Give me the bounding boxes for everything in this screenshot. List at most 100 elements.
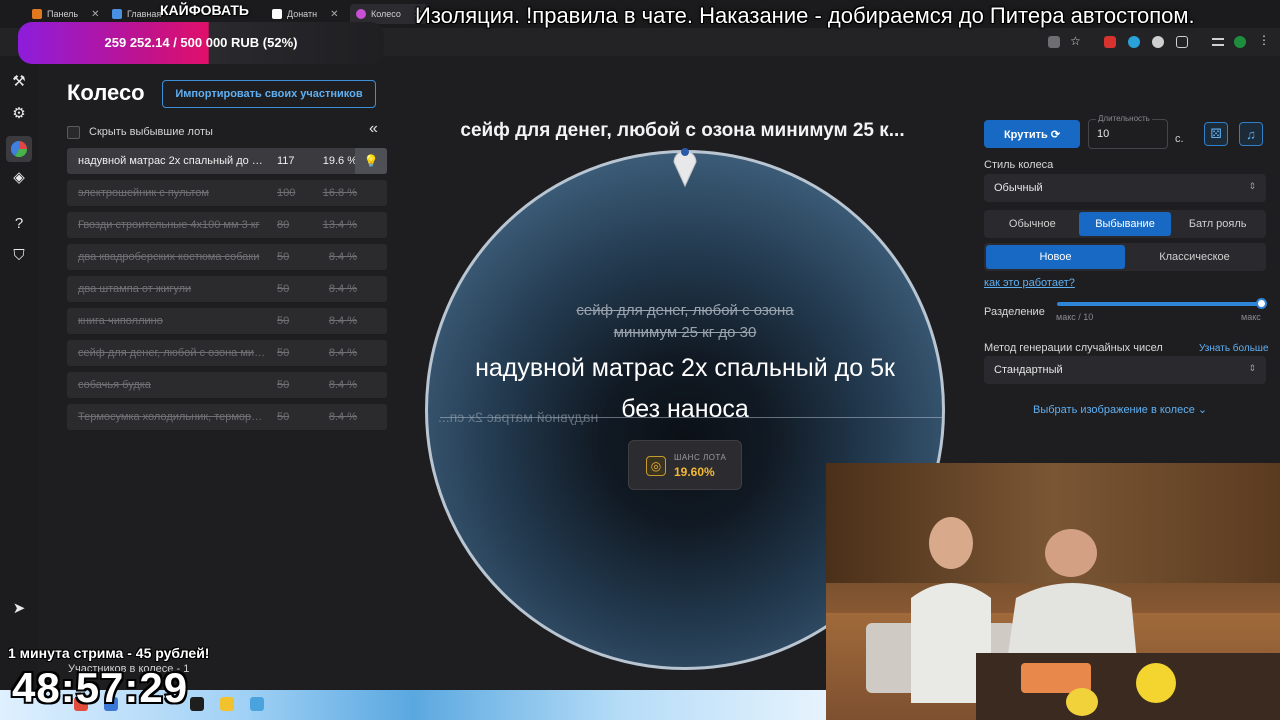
browser-tab-3[interactable]: Донатн ✕ xyxy=(272,4,338,24)
close-tab-icon[interactable]: ✕ xyxy=(91,9,99,20)
rng-method-label: Метод генерации случайных чисел xyxy=(984,342,1163,354)
choose-wheel-image-link[interactable]: Выбрать изображение в колесе ⌄ xyxy=(1033,403,1207,416)
mode-option[interactable]: Обычное xyxy=(986,212,1079,236)
hide-eliminated-label: Скрыть выбывшие лоты xyxy=(89,126,213,138)
mode-option[interactable]: Батл рояль xyxy=(1171,212,1264,236)
lot-row[interactable]: электрошейник с пультом 100 16.8 % xyxy=(67,180,387,206)
randomize-dice-icon[interactable]: ⚄ xyxy=(1204,122,1228,146)
mode-option[interactable]: Выбывание xyxy=(1078,212,1172,236)
lot-amount: 50 xyxy=(277,347,290,359)
kaif-overlay-label: КАЙФОВАТЬ xyxy=(160,2,249,18)
stream-price-note: 1 минута стрима - 45 рублей! xyxy=(8,645,210,661)
auction-hammer-icon[interactable]: ⚒ xyxy=(10,72,28,90)
elimination-variant-selector: Новое Классическое xyxy=(984,243,1266,271)
lot-name: Гвозди строительные 4х100 мм 3 кг xyxy=(78,219,260,231)
profile-avatar[interactable] xyxy=(1234,36,1246,48)
import-participants-button[interactable]: Импортировать своих участников xyxy=(162,80,376,108)
help-icon[interactable]: ? xyxy=(10,214,28,232)
tab-favicon-icon xyxy=(272,9,282,19)
music-note-icon[interactable]: ♫ xyxy=(1239,122,1263,146)
lot-row[interactable]: собачья будка 50 8.4 % xyxy=(67,372,387,398)
chevron-down-icon: ⌄ xyxy=(1197,404,1208,416)
split-max-label: макс xyxy=(1241,312,1261,322)
settings-gear-icon[interactable]: ⚙ xyxy=(10,104,28,122)
taskbar-app-icon[interactable] xyxy=(190,697,204,711)
lot-row[interactable]: два штампа от жигули 50 8.4 % xyxy=(67,276,387,302)
lot-amount: 50 xyxy=(277,411,290,423)
learn-more-link[interactable]: Узнать больше xyxy=(1199,343,1269,354)
lot-amount: 100 xyxy=(277,187,296,199)
tab-label: Панель xyxy=(47,9,79,19)
extensions-puzzle-icon[interactable] xyxy=(1176,36,1188,48)
highlight-bulb-icon[interactable]: 💡 xyxy=(355,148,387,174)
wheel-pointer-icon xyxy=(673,148,697,188)
lot-row[interactable]: книга чиполлино 50 8.4 % xyxy=(67,308,387,334)
split-min-label: макс / 10 xyxy=(1056,312,1094,322)
taskbar-app-icon[interactable] xyxy=(250,697,264,711)
hide-eliminated-toggle[interactable]: Скрыть выбывшие лоты xyxy=(67,124,387,140)
wheel-segment-label: надувной матрас 2х сп... xyxy=(438,409,599,425)
lot-pct: 8.4 % xyxy=(328,379,357,391)
hide-eliminated-checkbox[interactable] xyxy=(67,125,80,139)
eliminated-lot-line: сейф для денег, любой с озона xyxy=(576,302,794,319)
select-arrows-icon: ⇕ xyxy=(1248,363,1256,373)
select-arrows-icon: ⇕ xyxy=(1248,181,1256,191)
lot-amount: 80 xyxy=(277,219,290,231)
tab-favicon-icon xyxy=(32,9,42,19)
lot-amount: 50 xyxy=(277,283,290,295)
lot-amount: 117 xyxy=(277,155,295,167)
tab-favicon-icon xyxy=(112,9,122,19)
stream-title-overlay: Изоляция. !правила в чате. Наказание - д… xyxy=(415,3,1195,28)
lot-pct: 8.4 % xyxy=(328,251,357,263)
lot-pct: 8.4 % xyxy=(328,315,357,327)
lot-amount: 50 xyxy=(277,379,290,391)
variant-option[interactable]: Новое xyxy=(986,245,1125,269)
split-label: Разделение xyxy=(984,306,1045,318)
split-slider-handle[interactable] xyxy=(1256,298,1267,309)
lot-row[interactable]: сейф для денег, любой с озона минимум 25… xyxy=(67,340,387,366)
taskbar-lock-icon[interactable] xyxy=(220,697,234,711)
lot-row[interactable]: Термосумка холодильник, терморюкзак 50 8.4… xyxy=(67,404,387,430)
donation-goal-text: 259 252.14 / 500 000 RUB (52%) xyxy=(104,35,298,50)
translate-icon[interactable] xyxy=(1048,36,1060,48)
lot-name: сейф для денег, любой с озона минимум 25… xyxy=(78,347,268,359)
wheel-pie-icon[interactable] xyxy=(6,136,32,162)
chance-value: 19.60% xyxy=(674,465,715,479)
browser-tab-2[interactable]: Главная xyxy=(112,4,161,24)
variant-option[interactable]: Классическое xyxy=(1125,245,1264,269)
bookmark-star-icon[interactable]: ☆ xyxy=(1070,34,1082,48)
screen: Панель ✕ Главная Донатн ✕ Колесо ✕ ☆ ⋮ ⚒… xyxy=(0,0,1280,720)
winner-lot-line: надувной матрас 2х спальный до 5к xyxy=(475,354,895,382)
rng-method-select[interactable]: Стандартный ⇕ xyxy=(984,356,1266,384)
extension-icon[interactable] xyxy=(1128,36,1140,48)
lot-name: Термосумка холодильник, терморюкзак xyxy=(78,411,268,423)
playlist-icon[interactable] xyxy=(1212,38,1224,46)
wheel-style-select[interactable]: Обычный ⇕ xyxy=(984,174,1266,202)
refresh-icon: ⟳ xyxy=(1050,128,1061,141)
lot-row[interactable]: два квадроберских костюма собаки 50 8.4 % xyxy=(67,244,387,270)
webcam-object xyxy=(1136,663,1176,703)
split-slider-track[interactable] xyxy=(1057,302,1263,306)
app-sidebar: ⚒ ⚙ ◈ ? ⛉ ➤ xyxy=(0,56,38,690)
lot-pct: 8.4 % xyxy=(328,411,357,423)
browser-tab-1[interactable]: Панель ✕ xyxy=(32,4,99,24)
telegram-icon[interactable]: ➤ xyxy=(10,599,28,617)
browser-menu-icon[interactable]: ⋮ xyxy=(1258,33,1270,47)
collapse-panel-icon[interactable]: « xyxy=(369,120,378,138)
tab-label: Главная xyxy=(127,9,162,19)
eliminated-lot-text: сейф для денег, любой с озона минимум 25… xyxy=(535,300,835,344)
tab-favicon-icon xyxy=(356,9,366,19)
extension-icon[interactable] xyxy=(1152,36,1164,48)
adblock-icon[interactable] xyxy=(1104,36,1116,48)
close-tab-icon[interactable]: ✕ xyxy=(330,9,338,20)
lot-row[interactable]: Гвозди строительные 4х100 мм 3 кг 80 13.4 … xyxy=(67,212,387,238)
lot-row[interactable]: надувной матрас 2х спальный до 5к без на… xyxy=(67,148,387,174)
lot-amount: 50 xyxy=(277,315,290,327)
how-it-works-link[interactable]: как это работает? xyxy=(984,277,1075,289)
page-title: Колесо xyxy=(67,80,145,105)
lot-pct: 16.8 % xyxy=(322,187,357,199)
spin-button[interactable]: Крутить ⟳ xyxy=(984,120,1080,148)
shield-icon[interactable]: ⛉ xyxy=(10,246,28,264)
lot-name: электрошейник с пультом xyxy=(78,187,209,199)
layers-icon[interactable]: ◈ xyxy=(10,168,28,186)
